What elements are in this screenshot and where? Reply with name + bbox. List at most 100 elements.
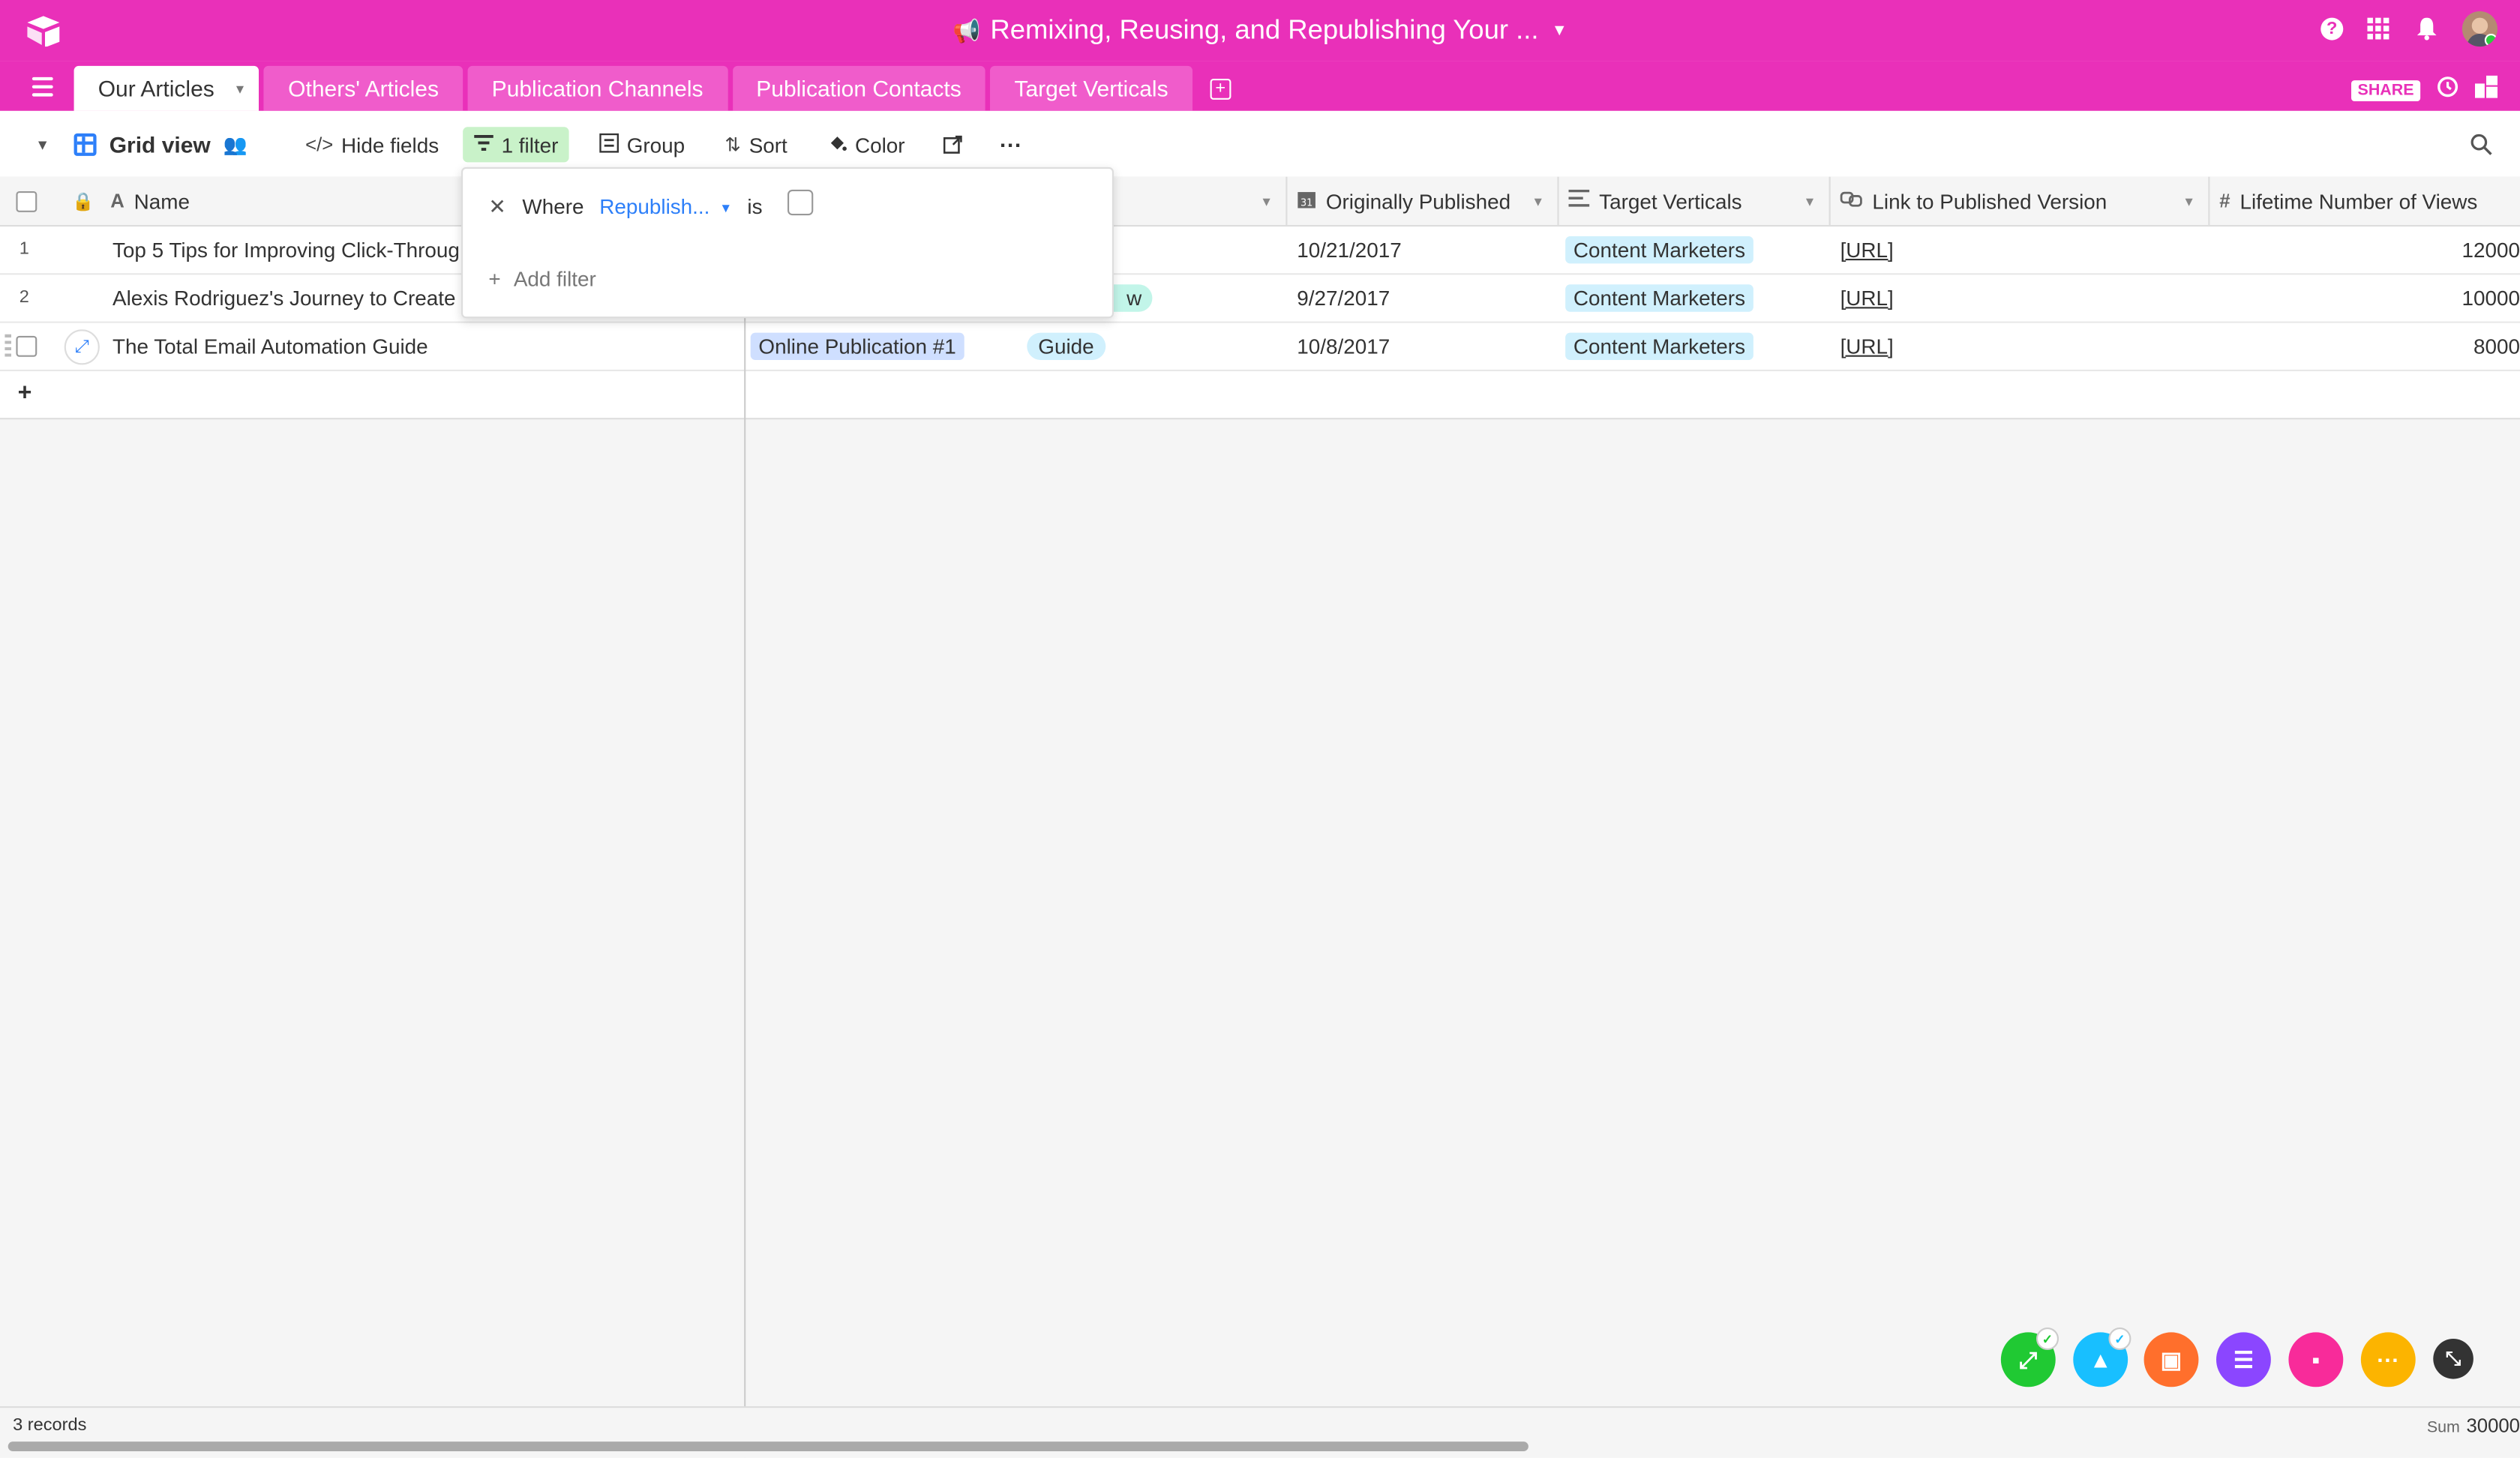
color-button[interactable]: Color [828, 128, 905, 160]
filter-value-checkbox[interactable] [788, 189, 814, 216]
channel-cell[interactable]: Online Publication #1 [744, 323, 1017, 370]
row-checkbox[interactable] [16, 335, 38, 357]
tab-others-articles[interactable]: Others' Articles [264, 65, 464, 111]
chevron-down-icon[interactable]: ▼ [1532, 194, 1544, 208]
base-title-text: Remixing, Reusing, and Republishing Your… [990, 14, 1539, 45]
table-tabs-bar: Our Articles ▼ Others' Articles Publicati… [0, 61, 2520, 111]
chevron-down-icon[interactable]: ▼ [1552, 22, 1568, 40]
column-header-link[interactable]: Link to Published Version ▼ [1831, 176, 2210, 225]
blocks-panel-icon[interactable] [2475, 75, 2498, 106]
sort-button[interactable]: ⇅ Sort [724, 128, 787, 160]
remove-filter-icon[interactable]: ✕ [488, 194, 506, 220]
help-icon[interactable]: ? [2320, 17, 2344, 40]
history-icon[interactable] [2437, 76, 2459, 106]
apps-grid-icon[interactable] [2366, 16, 2391, 41]
hide-fields-label: Hide fields [341, 132, 440, 157]
more-apps-button[interactable]: ··· [2360, 1332, 2416, 1388]
vertical-tag: Content Marketers [1565, 236, 1754, 264]
column-header-views[interactable]: # Lifetime Number of Views [2210, 177, 2520, 225]
published-cell[interactable]: 10/21/2017 [1287, 226, 1558, 273]
view-switcher-caret-icon[interactable]: ▼ [35, 128, 50, 160]
add-record-row[interactable]: + [0, 370, 2520, 420]
share-view-icon[interactable] [943, 128, 963, 160]
published-cell[interactable]: 10/8/2017 [1287, 323, 1558, 370]
vertical-cell[interactable]: Content Marketers [1559, 226, 1831, 273]
page-designer-button[interactable]: ▣ [2144, 1332, 2199, 1388]
collapse-apps-button[interactable]: ⤡ [2433, 1339, 2474, 1379]
summary-label: Sum [2426, 1419, 2460, 1437]
table-row[interactable]: 2 Alexis Rodriguez's Journey to Create F… [0, 274, 2520, 323]
column-header-originally-published[interactable]: 31 Originally Published ▼ [1287, 176, 1559, 225]
vertical-cell[interactable]: Content Marketers [1559, 274, 1831, 321]
views-cell[interactable]: 10000 [2210, 274, 2520, 321]
tab-target-verticals[interactable]: Target Verticals [990, 65, 1192, 111]
notification-bell-icon[interactable] [2414, 16, 2440, 41]
link-icon [1840, 190, 1863, 212]
link-cell[interactable]: [URL] [1831, 323, 2210, 370]
chevron-down-icon[interactable]: ▼ [2182, 194, 2195, 208]
frozen-column-divider[interactable] [744, 176, 746, 1458]
tab-our-articles[interactable]: Our Articles ▼ [74, 65, 260, 111]
filter-button[interactable]: 1 filter [463, 127, 570, 163]
more-options-icon[interactable]: ··· [1000, 128, 1022, 160]
published-link[interactable]: [URL] [1840, 286, 1894, 310]
link-cell[interactable]: [URL] [1831, 274, 2210, 321]
expand-app-button[interactable]: ⤢ ✓ [2000, 1328, 2059, 1388]
horizontal-scrollbar[interactable] [8, 1442, 1528, 1451]
share-button[interactable]: SHARE [2350, 80, 2421, 101]
hide-fields-button[interactable]: </> Hide fields [305, 128, 439, 160]
views-cell[interactable]: 12000 [2210, 226, 2520, 273]
number-field-icon: # [2219, 189, 2230, 212]
base-title[interactable]: 📢 Remixing, Reusing, and Republishing You… [0, 14, 2520, 46]
column-header-link-label: Link to Published Version [1872, 188, 2108, 213]
table-row[interactable]: ⤢ The Total Email Automation Guide Onlin… [0, 322, 2520, 371]
drag-handle-icon[interactable] [4, 334, 11, 358]
add-record-icon[interactable]: + [18, 380, 32, 406]
chevron-down-icon: ▼ [719, 200, 733, 216]
tab-label: Publication Channels [491, 75, 704, 101]
chat-app-button[interactable]: ▪ [2288, 1332, 2344, 1388]
plus-icon: + [488, 266, 501, 291]
add-filter-label: Add filter [513, 266, 596, 291]
blocks-app-button[interactable]: ▲ ✓ [2073, 1328, 2132, 1388]
select-all-checkbox[interactable] [16, 190, 38, 212]
views-summary[interactable]: Sum 30000 [2427, 1414, 2520, 1437]
published-link[interactable]: [URL] [1840, 238, 1894, 262]
hide-fields-icon: </> [305, 133, 334, 156]
tabs-right-actions: SHARE [2350, 75, 2498, 106]
collapse-icon: ⤡ [2445, 1346, 2462, 1370]
row-number: 2 [19, 287, 29, 308]
name-cell[interactable]: The Total Email Automation Guide [103, 323, 744, 370]
chevron-down-icon[interactable]: ▼ [1803, 194, 1816, 208]
user-avatar[interactable] [2462, 11, 2498, 47]
filter-operator[interactable]: is [747, 194, 762, 218]
group-button[interactable]: Group [599, 128, 685, 160]
tab-publication-channels[interactable]: Publication Channels [467, 65, 728, 111]
chevron-down-icon[interactable]: ▼ [233, 81, 246, 95]
column-header-name[interactable]: Name [134, 189, 190, 213]
link-cell[interactable]: [URL] [1831, 226, 2210, 273]
type-cell[interactable]: Guide [1017, 323, 1287, 370]
search-icon[interactable] [2470, 128, 2493, 160]
vertical-cell[interactable]: Content Marketers [1559, 323, 1831, 370]
add-filter-button[interactable]: + Add filter [488, 267, 596, 291]
column-header-target-verticals[interactable]: Target Verticals ▼ [1559, 176, 1831, 225]
filter-icon [474, 134, 494, 156]
add-table-icon[interactable]: + [1210, 79, 1232, 100]
text-field-icon: A [110, 189, 124, 212]
tab-label: Our Articles [98, 75, 214, 101]
tab-publication-contacts[interactable]: Publication Contacts [732, 65, 986, 111]
published-cell[interactable]: 9/27/2017 [1287, 274, 1558, 321]
top-bar: 📢 Remixing, Reusing, and Republishing You… [0, 0, 2520, 62]
published-link[interactable]: [URL] [1840, 334, 1894, 358]
view-toolbar: ▼ Grid view 👥 </> Hide fields 1 filter Gr… [0, 110, 2520, 178]
views-cell[interactable]: 8000 [2210, 323, 2520, 370]
chevron-down-icon[interactable]: ▼ [1260, 194, 1273, 208]
view-selector[interactable]: Grid view 👥 [74, 128, 248, 160]
list-app-button[interactable]: ☰ [2216, 1332, 2271, 1388]
filter-field-select[interactable]: Republish... ▼ [599, 194, 732, 218]
grid-view-icon [74, 133, 97, 156]
table-row[interactable]: 1 Top 5 Tips for Improving Click-Throug … [0, 226, 2520, 275]
hamburger-menu-icon[interactable] [32, 76, 53, 97]
expand-record-icon[interactable]: ⤢ [64, 329, 100, 365]
